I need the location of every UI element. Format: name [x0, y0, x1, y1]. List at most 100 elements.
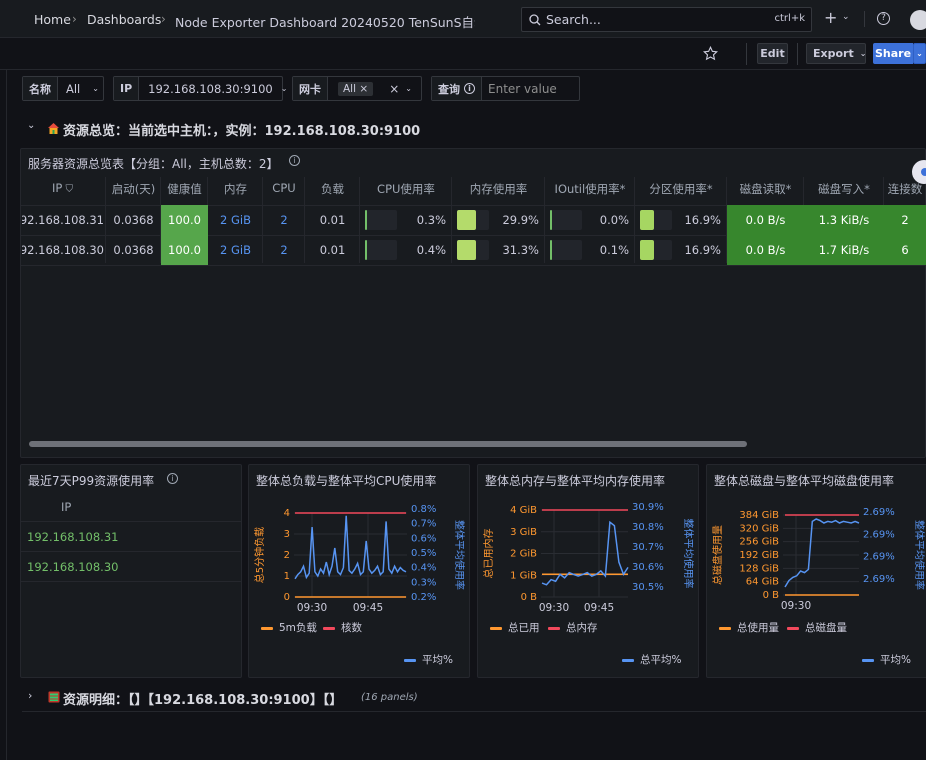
variable-query-label: 查询 i: [432, 77, 482, 100]
column-header[interactable]: IOutil使用率*: [545, 181, 635, 197]
cell-health: 100.0: [161, 205, 208, 235]
legend-label: 平均%: [422, 654, 453, 666]
y-right-tick: 30.7%: [632, 542, 664, 553]
x-tick: 09:30: [539, 602, 569, 614]
chevron-down-icon[interactable]: ⌄: [842, 12, 850, 22]
gauge-fill: [365, 240, 367, 260]
divider: [21, 551, 241, 552]
y-right-tick: 2.69%: [863, 552, 895, 563]
y-right-tick: 0.2%: [411, 592, 436, 603]
column-header[interactable]: 负载: [305, 181, 360, 197]
cell-disk-read: 0.0 B/s: [727, 205, 804, 235]
add-plus-icon[interactable]: +: [824, 8, 837, 27]
row-header-details[interactable]: › 资源明细：【】【192.168.108.30:9100】【】 (16 pan…: [22, 686, 922, 708]
share-button[interactable]: Share: [873, 43, 913, 64]
y-right-label: 整体平均使用率: [913, 520, 926, 590]
y-left-tick: 128 GiB: [739, 563, 779, 574]
star-icon[interactable]: [703, 46, 718, 61]
breadcrumb-current-dashboard: Node Exporter Dashboard 20240520 TenSunS…: [175, 15, 475, 30]
chevron-right-icon: ›: [28, 689, 33, 702]
chart-load-cpu: 0 1 2 3 4 0.8% 0.7% 0.6% 0.5% 0.4% 0.3% 0.2% 09:30 09…: [253, 504, 466, 666]
panel-title: 整体总磁盘与整体平均磁盘使用率: [714, 474, 895, 488]
variable-nic-select[interactable]: 网卡 All × × ⌄: [292, 76, 422, 101]
divider: [21, 521, 241, 522]
cell-uptime: 0.0368: [113, 213, 154, 227]
variable-name-select[interactable]: 名称 All ⌄: [22, 76, 104, 101]
horizontal-scrollbar[interactable]: [29, 441, 747, 447]
divider: [21, 265, 925, 266]
row-title: 资源总览：当前选中主机：，实例：192.168.108.30:9100: [63, 124, 421, 139]
legend-item[interactable]: 总平均%: [622, 653, 681, 666]
legend-item[interactable]: 平均%: [862, 654, 911, 666]
column-header-ip[interactable]: IP: [61, 500, 71, 514]
y-left-tick: 1 GiB: [510, 570, 537, 581]
column-divider: [451, 177, 452, 263]
legend-item[interactable]: 总内存: [548, 621, 598, 634]
legend-item[interactable]: 核数: [323, 621, 362, 634]
legend-item[interactable]: 5m负载: [261, 621, 317, 634]
row-header-overview[interactable]: ⌄ 资源总览：当前选中主机：，实例：192.168.108.30:9100: [22, 117, 922, 139]
y-right-tick: 30.9%: [632, 502, 664, 513]
column-header[interactable]: 健康值: [161, 181, 208, 197]
gauge-bar: [550, 210, 582, 230]
legend-item[interactable]: 总使用量: [719, 621, 779, 634]
divider: [864, 11, 865, 27]
cell-percent: 31.3%: [502, 243, 539, 257]
variable-nic-chip[interactable]: All ×: [338, 81, 374, 96]
column-header[interactable]: 分区使用率*: [635, 181, 727, 197]
y-left-tick: 384 GiB: [739, 510, 779, 521]
legend-item[interactable]: 总磁盘量: [787, 621, 847, 634]
chevron-down-icon: ⌄: [859, 49, 867, 58]
breadcrumb-separator-icon: ›: [72, 12, 77, 26]
column-header[interactable]: CPU使用率: [360, 181, 452, 197]
y-right-tick: 0.6%: [411, 533, 436, 544]
y-left-tick: 0 B: [763, 590, 780, 601]
export-button[interactable]: Export ⌄: [806, 43, 866, 64]
gauge-bar: [640, 240, 672, 260]
chip-remove-icon[interactable]: ×: [359, 83, 368, 95]
legend-label: 总磁盘量: [805, 621, 847, 634]
chevron-down-icon: ⌄: [405, 84, 412, 93]
dot-icon: [921, 168, 926, 176]
cell-percent: 0.0%: [599, 213, 629, 227]
legend-swatch: [490, 627, 502, 630]
column-header[interactable]: CPU: [263, 181, 305, 195]
edit-button[interactable]: Edit: [757, 43, 788, 64]
chevron-down-icon: ⌄: [92, 84, 99, 93]
search-icon: [529, 14, 541, 26]
column-divider: [634, 177, 635, 263]
variable-ip-select[interactable]: IP 192.168.108.30:9100 ⌄: [113, 76, 287, 101]
column-header[interactable]: 启动(天): [106, 181, 161, 197]
help-icon[interactable]: ?: [877, 12, 890, 25]
y-right-tick: 0.7%: [411, 519, 436, 530]
gauge-fill: [550, 210, 552, 230]
gauge-bar: [550, 240, 582, 260]
column-header[interactable]: 内存: [208, 181, 263, 197]
breadcrumb-dashboards[interactable]: Dashboards: [87, 12, 161, 27]
info-icon[interactable]: i: [167, 473, 178, 484]
y-right-label: 整体平均使用率: [453, 520, 466, 590]
search-shortcut: ctrl+k: [774, 13, 805, 24]
cell-health: 100.0: [161, 235, 208, 265]
breadcrumb-separator-icon: ›: [161, 12, 166, 26]
variable-query-input[interactable]: 查询 i Enter value: [431, 76, 580, 101]
breadcrumb-home[interactable]: Home: [34, 12, 71, 27]
legend-label: 核数: [341, 621, 362, 634]
column-header[interactable]: 磁盘读取*: [727, 181, 804, 197]
column-header[interactable]: IP ⛉: [22, 181, 106, 195]
x-tick: 09:45: [584, 602, 614, 614]
cell-connections: 6: [884, 235, 926, 265]
legend-item[interactable]: 平均%: [404, 654, 453, 666]
column-header[interactable]: 磁盘写入*: [804, 181, 884, 197]
y-right-tick: 0.8%: [411, 504, 436, 515]
filter-icon[interactable]: ⛉: [62, 184, 74, 195]
cell-percent: 29.9%: [502, 213, 539, 227]
share-chevron-icon[interactable]: ⌄: [913, 43, 926, 64]
variable-query-label-text: 查询: [438, 82, 460, 96]
clear-icon[interactable]: ×: [389, 82, 399, 96]
legend-item[interactable]: 总已用: [490, 621, 540, 634]
search-input[interactable]: Search... ctrl+k: [521, 7, 812, 32]
column-header[interactable]: 内存使用率: [452, 181, 545, 197]
user-avatar[interactable]: [910, 10, 926, 30]
info-icon[interactable]: i: [289, 155, 300, 166]
